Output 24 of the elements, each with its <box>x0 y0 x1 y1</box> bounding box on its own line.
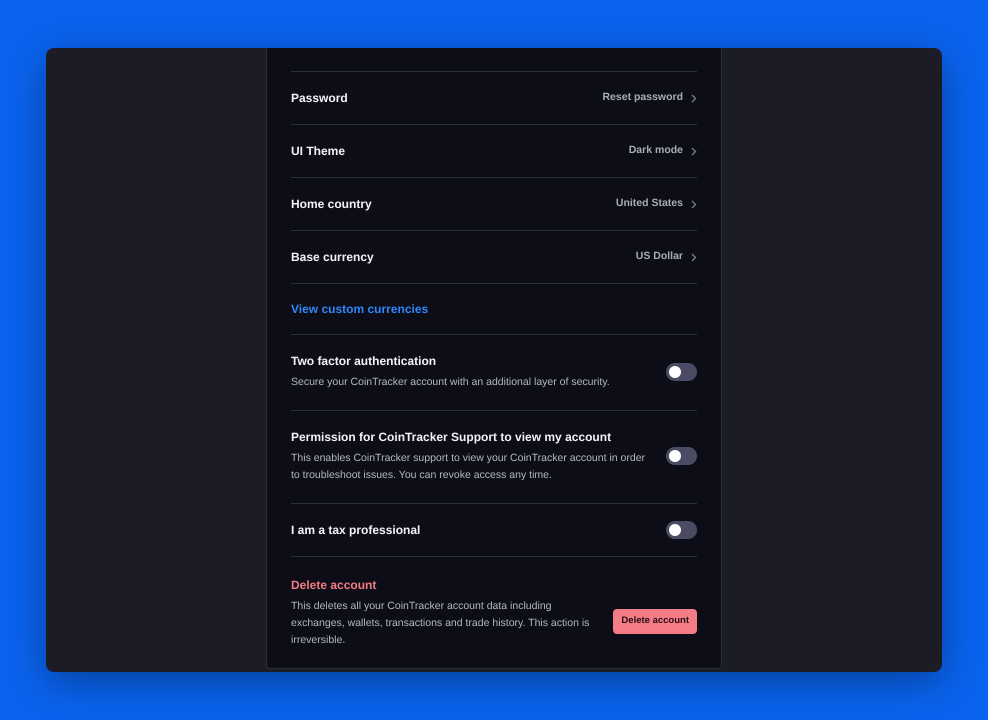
chevron-right-icon <box>691 252 697 262</box>
delete-account-button[interactable]: Delete account <box>613 609 697 634</box>
setting-description: Secure your CoinTracker account with an additional layer of security. <box>291 375 610 390</box>
setting-title: Permission for CoinTracker Support to view my account <box>291 429 612 446</box>
setting-description: This enables CoinTracker support to view your CoinTracker account in order to troubleshoot issues. You can revoke access any time. <box>291 451 646 483</box>
delete-description: This deletes all your CoinTracker account data including exchanges, wallets, transactions and trade history. This action is irreversible. <box>291 599 590 648</box>
toggle-switch[interactable] <box>666 362 697 380</box>
setting-title: I am a tax professional <box>291 522 420 539</box>
setting-title: Two factor authentication <box>291 353 438 370</box>
delete-title: Delete account <box>291 577 378 594</box>
setting-label: Home country <box>291 196 372 213</box>
chevron-right-icon <box>691 146 697 156</box>
setting-label: Base currency <box>291 249 374 266</box>
setting-value-link[interactable]: United States <box>616 196 697 212</box>
chevron-right-icon <box>691 94 697 102</box>
setting-value-link[interactable]: Reset password <box>602 90 697 106</box>
custom-currencies-link[interactable]: View custom currencies <box>291 300 428 318</box>
setting-value-link[interactable]: US Dollar <box>636 249 697 265</box>
setting-label: UI Theme <box>291 143 346 160</box>
setting-value-link[interactable]: Dark mode <box>628 143 697 159</box>
toggle-switch[interactable] <box>666 521 697 539</box>
chevron-right-icon <box>691 200 697 208</box>
toggle-switch[interactable] <box>666 447 697 465</box>
setting-label: Password <box>291 90 348 107</box>
